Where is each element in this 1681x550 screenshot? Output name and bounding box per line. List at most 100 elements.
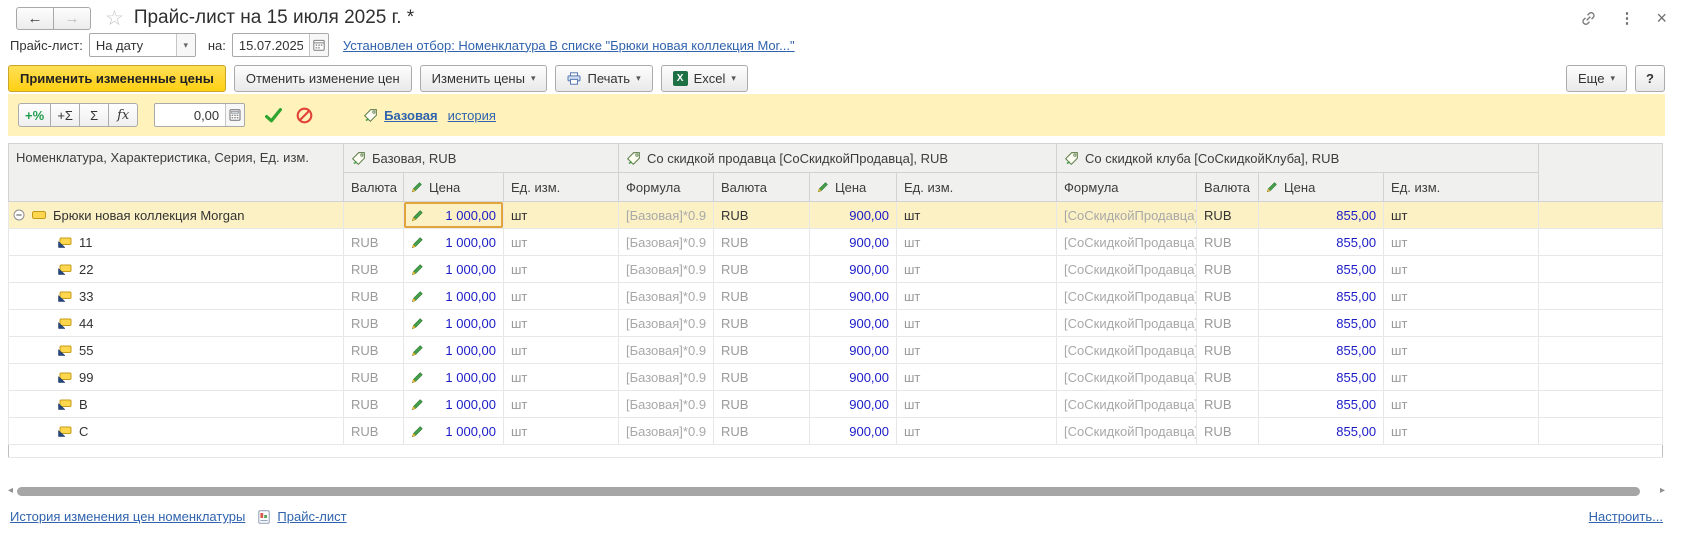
price-cell[interactable]: 900,00 xyxy=(810,337,897,364)
currency-cell[interactable]: RUB xyxy=(714,283,810,310)
unit-cell[interactable]: шт xyxy=(897,202,1057,229)
add-amount-button[interactable]: +Σ xyxy=(50,103,80,127)
favorite-star-icon[interactable]: ☆ xyxy=(105,8,124,29)
unit-cell[interactable]: шт xyxy=(504,364,619,391)
price-cell[interactable]: 1 000,00 xyxy=(404,229,504,256)
price-cell[interactable]: 900,00 xyxy=(810,229,897,256)
currency-cell[interactable]: RUB xyxy=(714,202,810,229)
currency-cell[interactable]: RUB xyxy=(714,256,810,283)
set-amount-button[interactable]: Σ xyxy=(79,103,109,127)
confirm-button[interactable] xyxy=(265,108,282,123)
formula-cell[interactable]: [СоСкидкойПродавца]*0.95 xyxy=(1057,229,1197,256)
tree-expander-icon[interactable] xyxy=(13,209,25,221)
formula-cell[interactable]: [Базовая]*0.9 xyxy=(619,229,714,256)
amount-input[interactable] xyxy=(161,108,219,123)
scroll-thumb[interactable] xyxy=(17,487,1640,496)
scroll-track[interactable] xyxy=(17,486,1656,497)
unit-cell[interactable]: шт xyxy=(1384,283,1539,310)
currency-cell[interactable]: RUB xyxy=(1197,418,1259,445)
currency-cell[interactable]: RUB xyxy=(344,283,404,310)
price-cell[interactable]: 1 000,00 xyxy=(404,310,504,337)
currency-cell[interactable]: RUB xyxy=(1197,229,1259,256)
formula-cell[interactable]: [Базовая]*0.9 xyxy=(619,418,714,445)
formula-cell[interactable]: [СоСкидкойПродавца]*0.95 xyxy=(1057,310,1197,337)
close-icon[interactable]: × xyxy=(1656,9,1667,27)
formula-cell[interactable]: [Базовая]*0.9 xyxy=(619,310,714,337)
price-cell[interactable]: 900,00 xyxy=(810,391,897,418)
price-cell[interactable]: 900,00 xyxy=(810,283,897,310)
currency-cell[interactable]: RUB xyxy=(344,391,404,418)
scroll-right-arrow[interactable]: ▸ xyxy=(1660,486,1665,496)
currency-cell[interactable]: RUB xyxy=(1197,283,1259,310)
unit-cell[interactable]: шт xyxy=(504,337,619,364)
unit-cell[interactable]: шт xyxy=(1384,310,1539,337)
unit-cell[interactable]: шт xyxy=(1384,229,1539,256)
currency-cell[interactable]: RUB xyxy=(714,310,810,337)
filter-link[interactable]: Установлен отбор: Номенклатура В списке … xyxy=(343,38,795,53)
formula-cell[interactable]: [Базовая]*0.9 xyxy=(619,202,714,229)
currency-cell[interactable] xyxy=(344,202,404,229)
currency-cell[interactable]: RUB xyxy=(344,310,404,337)
more-button[interactable]: Еще ▾ xyxy=(1566,65,1627,92)
combo-dropdown-button[interactable]: ▾ xyxy=(176,34,195,56)
pricelist-mode-select[interactable]: На дату ▾ xyxy=(89,33,196,57)
formula-cell[interactable]: [СоСкидкойПродавца]*0.95 xyxy=(1057,364,1197,391)
formula-cell[interactable]: [СоСкидкойПродавца]*0.95 xyxy=(1057,337,1197,364)
price-cell[interactable]: 1 000,00 xyxy=(404,364,504,391)
price-cell[interactable]: 855,00 xyxy=(1259,310,1384,337)
currency-cell[interactable]: RUB xyxy=(344,364,404,391)
currency-cell[interactable]: RUB xyxy=(714,364,810,391)
footer-pricelist-link[interactable]: Прайс-лист xyxy=(277,509,346,524)
scroll-left-arrow[interactable]: ◂ xyxy=(8,486,13,496)
formula-cell[interactable]: [СоСкидкойПродавца]*0.95 xyxy=(1057,418,1197,445)
unit-cell[interactable]: шт xyxy=(897,418,1057,445)
price-cell[interactable]: 855,00 xyxy=(1259,283,1384,310)
price-cell[interactable]: 900,00 xyxy=(810,256,897,283)
formula-cell[interactable]: [СоСкидкойПродавца]*0.95 xyxy=(1057,283,1197,310)
formula-cell[interactable]: [Базовая]*0.9 xyxy=(619,391,714,418)
unit-cell[interactable]: шт xyxy=(504,202,619,229)
currency-cell[interactable]: RUB xyxy=(714,229,810,256)
calendar-button[interactable] xyxy=(309,34,328,56)
unit-cell[interactable]: шт xyxy=(504,418,619,445)
price-cell[interactable]: 1 000,00 xyxy=(404,256,504,283)
price-cell[interactable]: 855,00 xyxy=(1259,364,1384,391)
calculator-button[interactable] xyxy=(225,104,244,126)
price-type-link[interactable]: Базовая xyxy=(384,108,437,123)
change-prices-button[interactable]: Изменить цены ▾ xyxy=(420,65,548,92)
currency-cell[interactable]: RUB xyxy=(1197,391,1259,418)
price-cell[interactable]: 900,00 xyxy=(810,310,897,337)
deny-button[interactable] xyxy=(296,107,313,124)
currency-cell[interactable]: RUB xyxy=(344,337,404,364)
unit-cell[interactable]: шт xyxy=(1384,391,1539,418)
price-cell[interactable]: 855,00 xyxy=(1259,202,1384,229)
formula-cell[interactable]: [СоСкидкойПродавца]*0.95 xyxy=(1057,202,1197,229)
help-button[interactable]: ? xyxy=(1635,65,1665,92)
currency-cell[interactable]: RUB xyxy=(344,229,404,256)
get-link-icon[interactable] xyxy=(1580,10,1597,27)
price-cell[interactable]: 900,00 xyxy=(810,418,897,445)
cancel-prices-button[interactable]: Отменить изменение цен xyxy=(234,65,412,92)
unit-cell[interactable]: шт xyxy=(1384,337,1539,364)
price-cell[interactable]: 855,00 xyxy=(1259,337,1384,364)
more-menu-icon[interactable]: ⋮ xyxy=(1619,9,1634,27)
unit-cell[interactable]: шт xyxy=(504,310,619,337)
price-cell[interactable]: 855,00 xyxy=(1259,229,1384,256)
price-cell[interactable]: 1 000,00 xyxy=(404,283,504,310)
forward-button[interactable]: → xyxy=(53,7,91,30)
configure-link[interactable]: Настроить... xyxy=(1589,509,1663,524)
unit-cell[interactable]: шт xyxy=(1384,256,1539,283)
price-cell[interactable]: 855,00 xyxy=(1259,256,1384,283)
unit-cell[interactable]: шт xyxy=(897,229,1057,256)
unit-cell[interactable]: шт xyxy=(1384,418,1539,445)
unit-cell[interactable]: шт xyxy=(897,364,1057,391)
horizontal-scrollbar[interactable]: ◂ ▸ xyxy=(8,484,1665,498)
unit-cell[interactable]: шт xyxy=(897,337,1057,364)
price-cell[interactable]: 855,00 xyxy=(1259,391,1384,418)
currency-cell[interactable]: RUB xyxy=(1197,310,1259,337)
price-cell[interactable]: 900,00 xyxy=(810,364,897,391)
price-cell[interactable]: 900,00 xyxy=(810,202,897,229)
unit-cell[interactable]: шт xyxy=(1384,364,1539,391)
currency-cell[interactable]: RUB xyxy=(1197,256,1259,283)
currency-cell[interactable]: RUB xyxy=(344,256,404,283)
